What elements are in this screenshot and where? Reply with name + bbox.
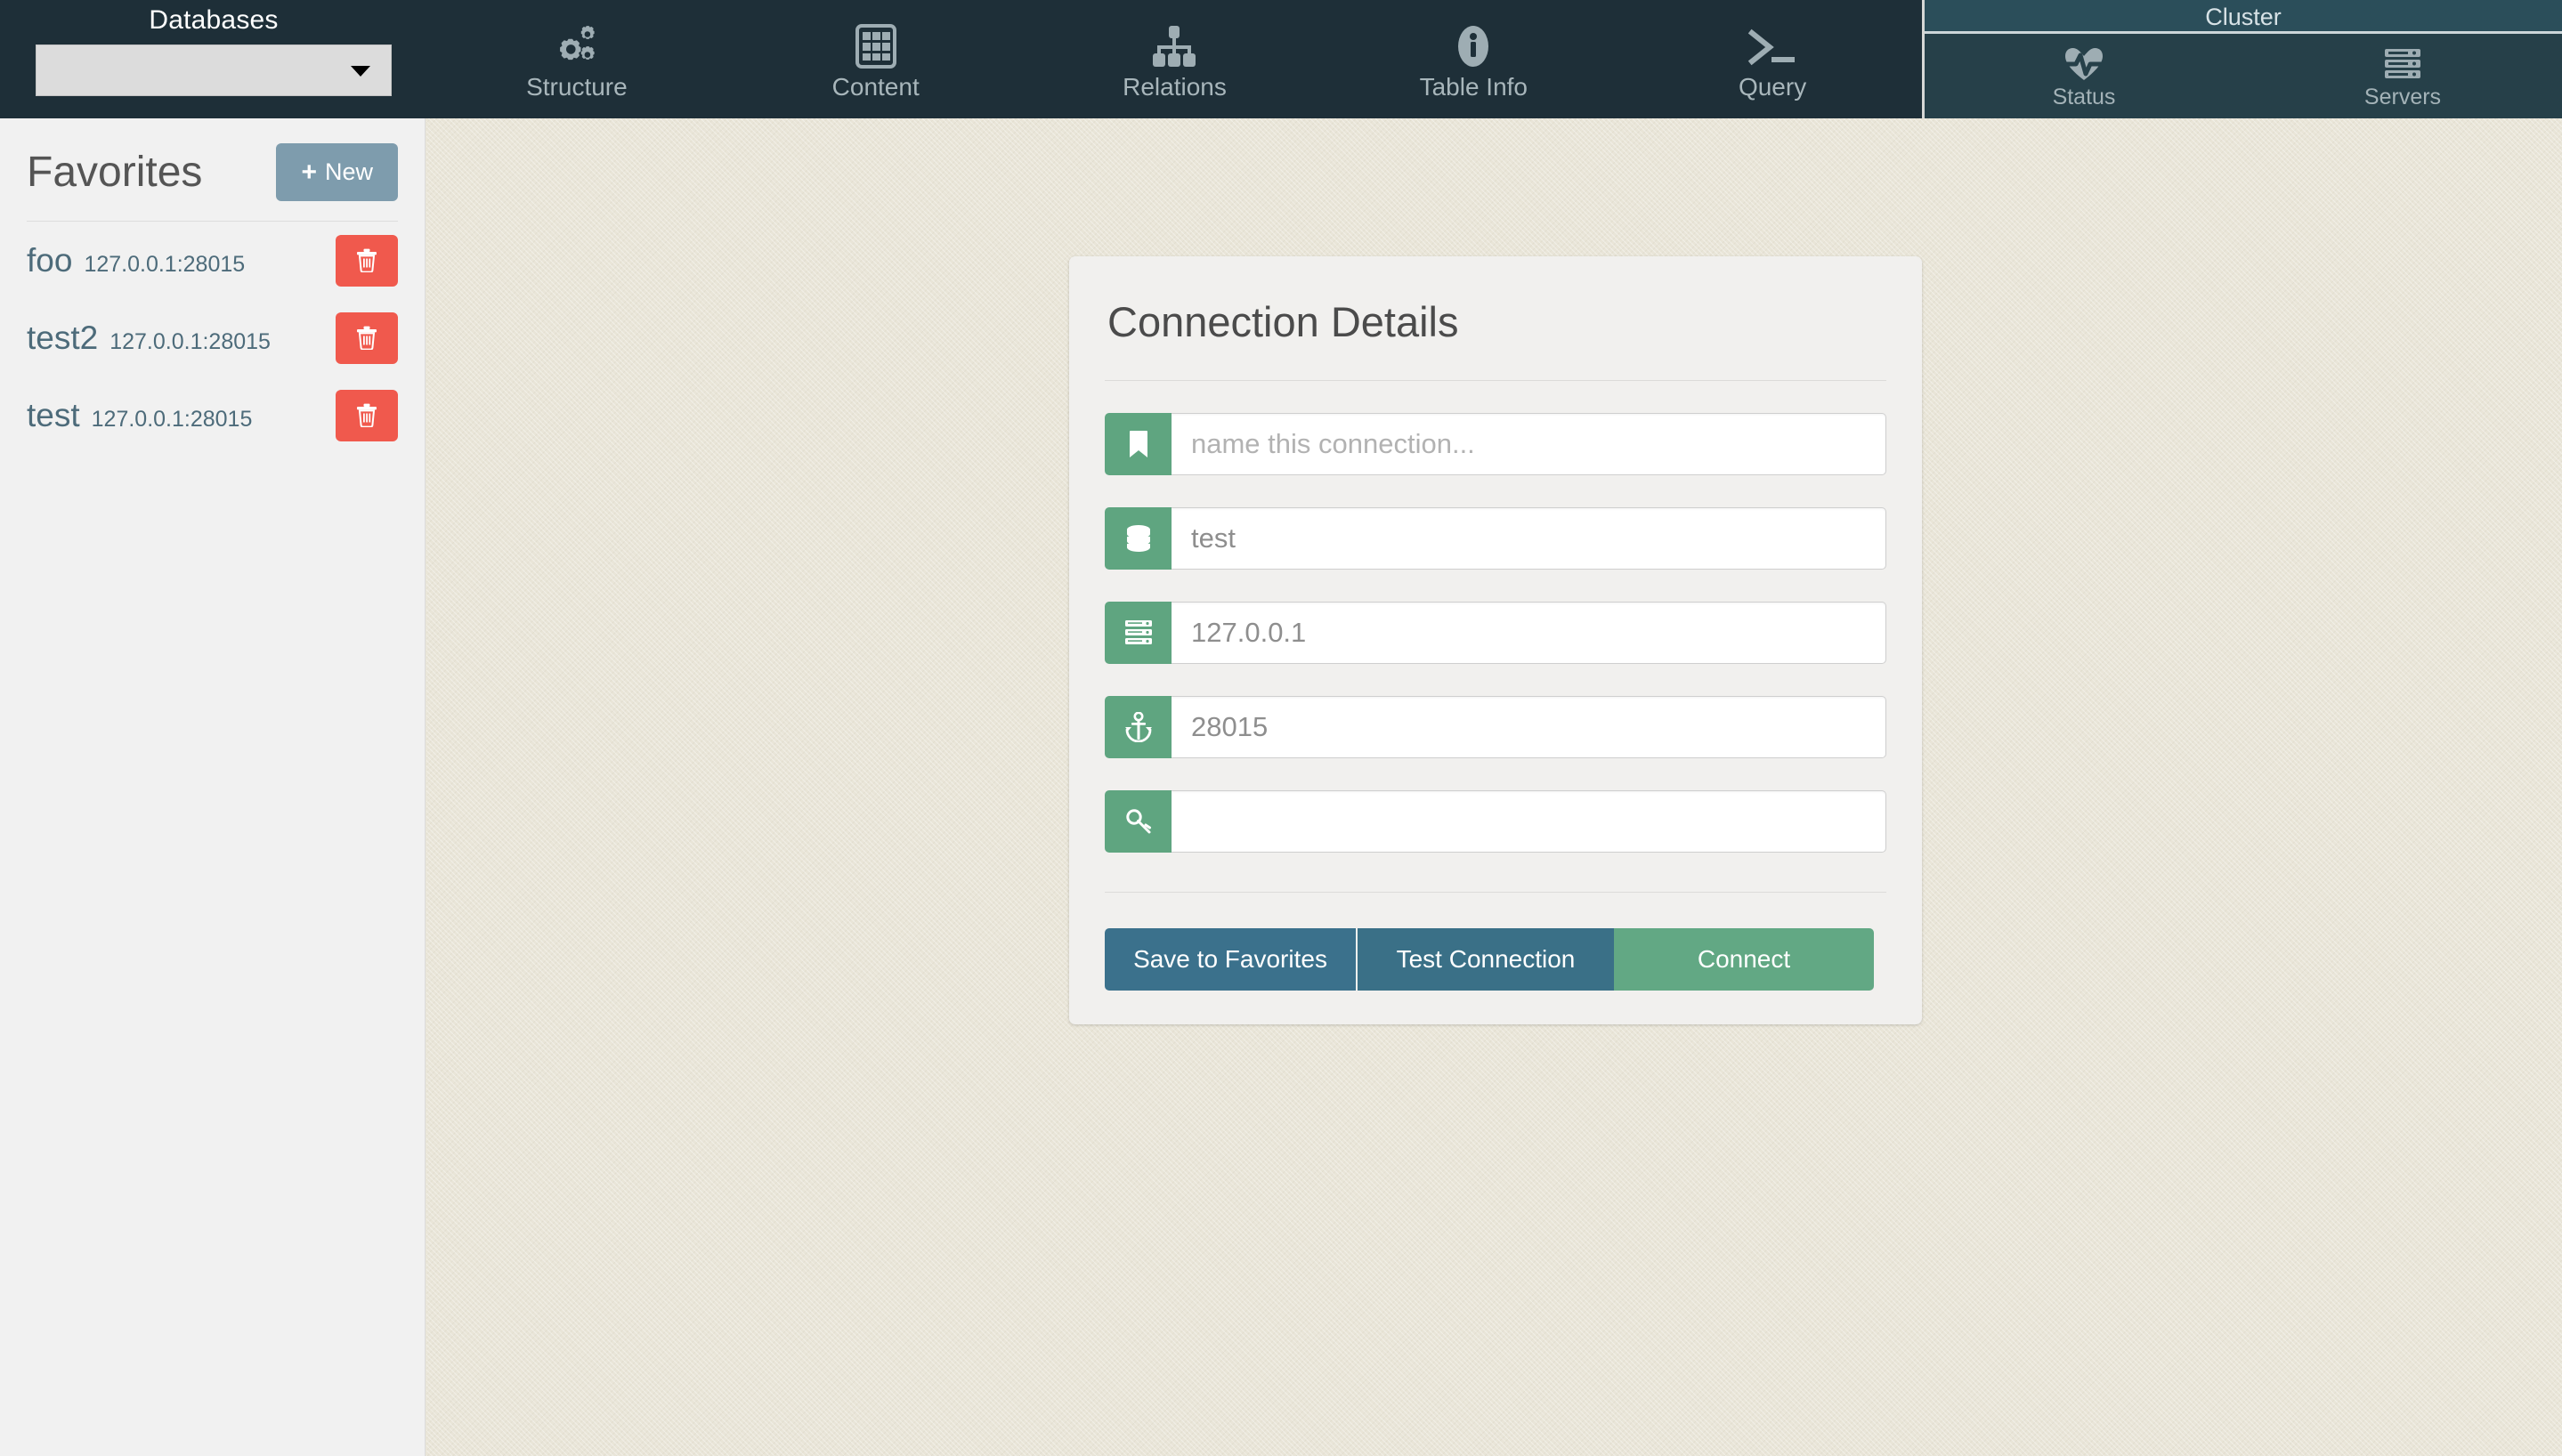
connect-button[interactable]: Connect <box>1614 928 1874 991</box>
cluster-item-status[interactable]: Status <box>1925 34 2243 118</box>
favorite-host: 127.0.0.1:28015 <box>109 328 271 354</box>
nav-label-query: Query <box>1738 72 1807 101</box>
delete-favorite-button[interactable] <box>336 389 398 441</box>
favorites-sidebar: Favorites + New foo 127.0.0.1:28015 test… <box>0 118 426 1456</box>
cluster-nav-items: Status Servers <box>1925 34 2562 118</box>
new-button-label: New <box>324 158 373 185</box>
delete-favorite-button[interactable] <box>336 234 398 287</box>
card-actions-divider <box>1105 892 1886 893</box>
favorite-host: 127.0.0.1:28015 <box>91 406 253 432</box>
databases-panel: Databases <box>0 0 427 118</box>
table-grid-icon <box>855 22 896 69</box>
nav-label-content: Content <box>831 72 920 101</box>
field-connection-name <box>1105 413 1886 475</box>
heartbeat-icon <box>2063 46 2104 82</box>
card-title: Connection Details <box>1107 298 1459 345</box>
cluster-title: Cluster <box>1925 0 2562 34</box>
server-rack-icon <box>2383 46 2422 82</box>
save-to-favorites-button[interactable]: Save to Favorites <box>1105 928 1358 991</box>
favorite-text: test 127.0.0.1:28015 <box>27 397 252 434</box>
database-icon <box>1105 507 1172 570</box>
nav-label-structure: Structure <box>526 72 628 101</box>
databases-label: Databases <box>149 5 279 35</box>
server-icon <box>1105 602 1172 664</box>
key-icon <box>1105 790 1172 853</box>
test-connection-button[interactable]: Test Connection <box>1358 928 1614 991</box>
info-circle-icon <box>1454 22 1493 69</box>
nav-item-structure[interactable]: Structure <box>427 0 726 118</box>
card-action-buttons: Save to Favorites Test Connection Connec… <box>1105 928 1886 991</box>
main-nav-items: Structure Content Relations Table Info Q… <box>427 0 1925 118</box>
auth-key-input[interactable] <box>1172 790 1886 853</box>
database-name-input[interactable] <box>1172 507 1886 570</box>
nav-label-relations: Relations <box>1123 72 1227 101</box>
gears-icon <box>554 22 600 69</box>
favorites-header: Favorites + New <box>27 118 398 221</box>
databases-select-wrapper <box>36 44 392 96</box>
nav-item-content[interactable]: Content <box>726 0 1026 118</box>
favorite-item-foo[interactable]: foo 127.0.0.1:28015 <box>27 222 398 299</box>
cluster-label-status: Status <box>2052 84 2116 109</box>
trash-icon <box>356 248 377 272</box>
favorites-title: Favorites <box>27 148 203 196</box>
field-host <box>1105 602 1886 664</box>
field-auth-key <box>1105 790 1886 853</box>
favorite-text: test2 127.0.0.1:28015 <box>27 320 271 357</box>
trash-icon <box>356 403 377 427</box>
connection-name-input[interactable] <box>1172 413 1886 475</box>
nav-item-relations[interactable]: Relations <box>1026 0 1325 118</box>
favorite-name: foo <box>27 241 73 279</box>
port-input[interactable] <box>1172 696 1886 758</box>
top-navigation-bar: Databases Structure Content Relations Ta… <box>0 0 2562 118</box>
cluster-panel: Cluster Status Servers <box>1925 0 2562 118</box>
connection-fields <box>1105 381 1886 853</box>
connection-details-card: Connection Details name this connection.… <box>1069 256 1922 1024</box>
databases-select[interactable] <box>36 44 392 96</box>
bookmark-icon <box>1105 413 1172 475</box>
host-input[interactable] <box>1172 602 1886 664</box>
nav-item-query[interactable]: Query <box>1623 0 1922 118</box>
favorite-item-test2[interactable]: test2 127.0.0.1:28015 <box>27 299 398 376</box>
anchor-icon <box>1105 696 1172 758</box>
new-connection-button[interactable]: + New <box>276 143 398 201</box>
favorite-name: test <box>27 396 80 433</box>
favorite-name: test2 <box>27 319 99 356</box>
terminal-prompt-icon <box>1747 22 1798 69</box>
delete-favorite-button[interactable] <box>336 311 398 364</box>
favorite-host: 127.0.0.1:28015 <box>84 251 246 277</box>
nav-label-table-info: Table Info <box>1419 72 1528 101</box>
cluster-label-servers: Servers <box>2363 84 2442 109</box>
cluster-item-servers[interactable]: Servers <box>2243 34 2562 118</box>
field-database-name <box>1105 507 1886 570</box>
sitemap-icon <box>1149 22 1199 69</box>
plus-icon: + <box>301 157 317 187</box>
favorite-item-test[interactable]: test 127.0.0.1:28015 <box>27 376 398 454</box>
nav-item-table-info[interactable]: Table Info <box>1324 0 1623 118</box>
field-port <box>1105 696 1886 758</box>
main-content-area: Connection Details name this connection.… <box>426 118 2562 1456</box>
favorite-text: foo 127.0.0.1:28015 <box>27 242 245 279</box>
trash-icon <box>356 326 377 350</box>
